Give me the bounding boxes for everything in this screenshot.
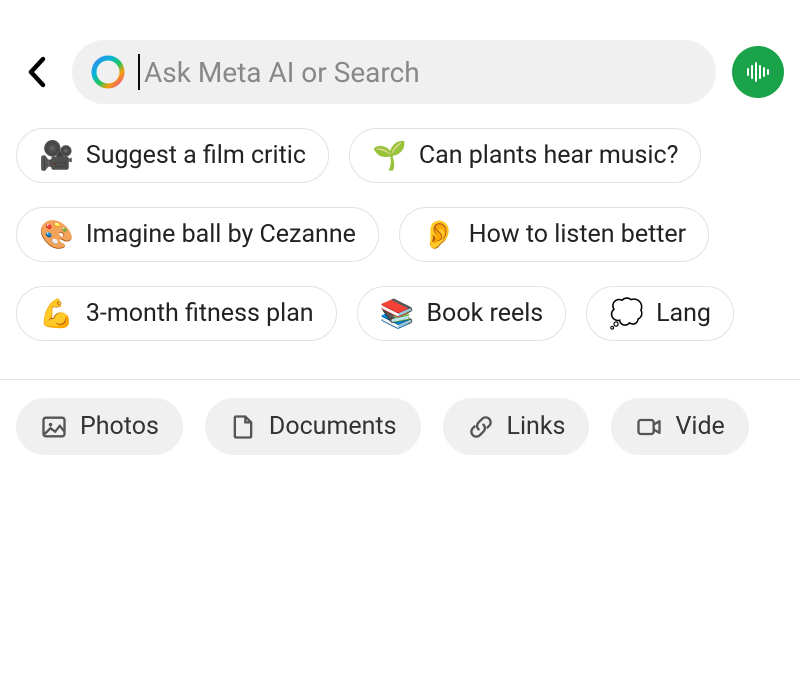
suggestion-chip[interactable]: 📚 Book reels [357, 286, 567, 341]
thought-bubble-icon: 💭 [609, 300, 644, 328]
palette-icon: 🎨 [39, 221, 74, 249]
voice-button[interactable] [732, 46, 784, 98]
waveform-icon [744, 58, 772, 86]
chip-label: 3-month fitness plan [86, 299, 314, 328]
books-icon: 📚 [380, 300, 415, 328]
suggestion-chip[interactable]: 💪 3-month fitness plan [16, 286, 337, 341]
chip-label: How to listen better [469, 220, 686, 249]
filter-videos[interactable]: Vide [611, 398, 748, 455]
photo-icon [40, 413, 68, 441]
filter-row: Photos Documents Links Vide [0, 380, 800, 473]
flexed-biceps-icon: 💪 [39, 300, 74, 328]
chip-label: Suggest a film critic [86, 141, 306, 170]
filter-links[interactable]: Links [443, 398, 590, 455]
film-camera-icon: 🎥 [39, 142, 74, 170]
search-input[interactable]: Ask Meta AI or Search [138, 40, 698, 104]
suggestion-chip[interactable]: 🌱 Can plants hear music? [349, 128, 701, 183]
chip-label: Book reels [426, 299, 543, 328]
suggestion-chips: 🎥 Suggest a film critic 🌱 Can plants hea… [0, 128, 800, 379]
ear-icon: 👂 [422, 221, 457, 249]
filter-label: Photos [80, 412, 159, 441]
suggestion-chip[interactable]: 👂 How to listen better [399, 207, 709, 262]
chip-label: Lang [656, 299, 711, 328]
filter-photos[interactable]: Photos [16, 398, 183, 455]
search-bar[interactable]: Ask Meta AI or Search [72, 40, 716, 104]
filter-documents[interactable]: Documents [205, 398, 421, 455]
seedling-icon: 🌱 [372, 142, 407, 170]
chip-label: Imagine ball by Cezanne [86, 220, 356, 249]
back-button[interactable] [16, 52, 56, 92]
link-icon [467, 413, 495, 441]
search-placeholder: Ask Meta AI or Search [144, 56, 420, 89]
chevron-left-icon [25, 55, 47, 89]
filter-label: Documents [269, 412, 397, 441]
suggestion-chip[interactable]: 🎨 Imagine ball by Cezanne [16, 207, 379, 262]
chip-label: Can plants hear music? [419, 141, 679, 170]
suggestion-chip[interactable]: 🎥 Suggest a film critic [16, 128, 329, 183]
meta-ai-icon [90, 54, 126, 90]
video-icon [635, 413, 663, 441]
document-icon [229, 413, 257, 441]
suggestion-chip[interactable]: 💭 Lang [586, 286, 734, 341]
text-cursor [138, 54, 140, 90]
filter-label: Links [507, 412, 566, 441]
filter-label: Vide [675, 412, 724, 441]
